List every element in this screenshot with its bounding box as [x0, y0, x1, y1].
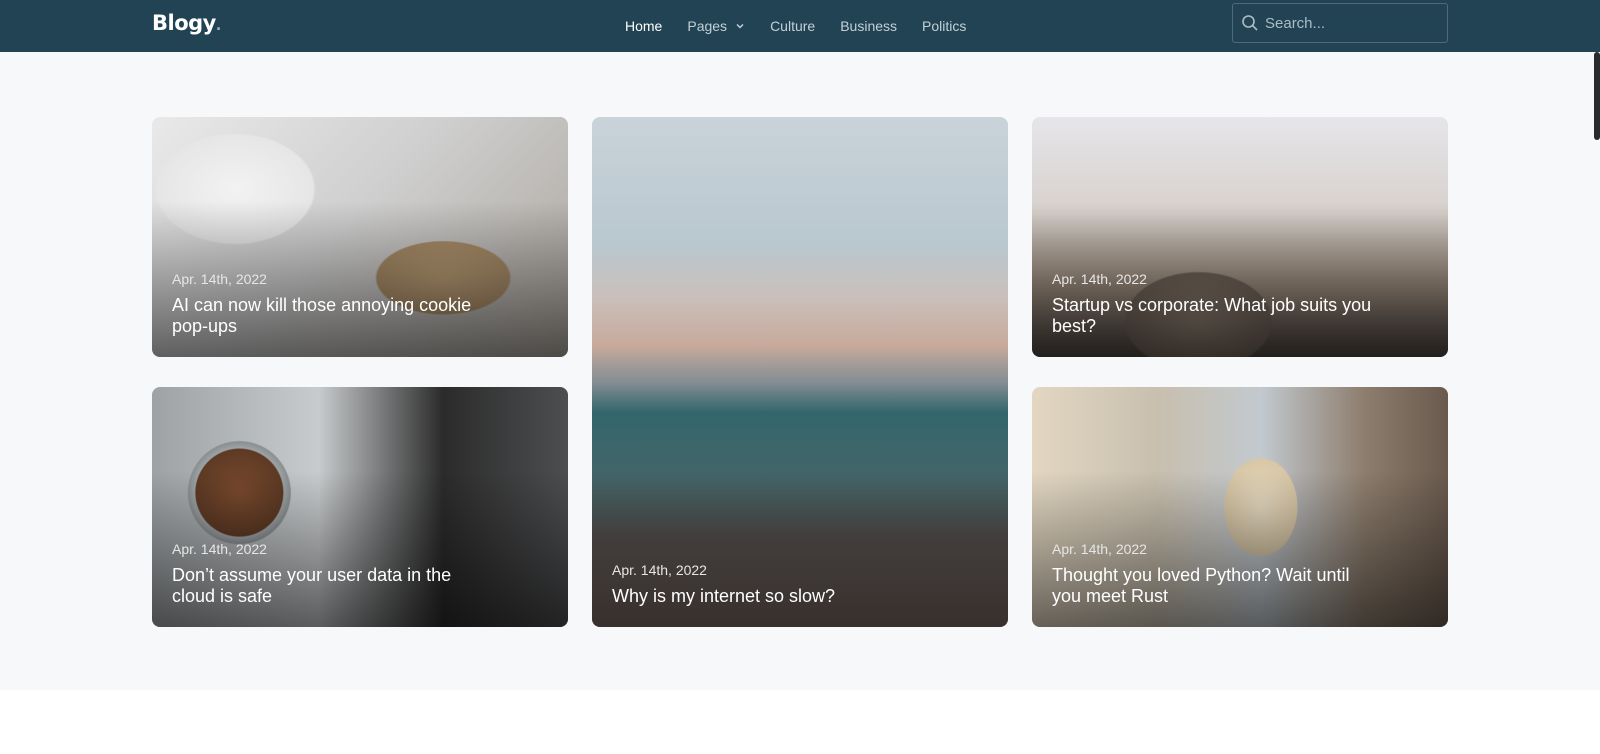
logo-dot: . [215, 18, 221, 34]
nav-culture[interactable]: Culture [770, 18, 815, 34]
post-card-1[interactable]: Apr. 14th, 2022 AI can now kill those an… [152, 117, 568, 357]
post-title[interactable]: Don’t assume your user data in the cloud… [172, 565, 492, 607]
post-card-5[interactable]: Apr. 14th, 2022 Thought you loved Python… [1032, 387, 1448, 627]
nav-politics[interactable]: Politics [922, 18, 966, 34]
card-meta: Apr. 14th, 2022 AI can now kill those an… [172, 271, 548, 337]
nav-business[interactable]: Business [840, 18, 897, 34]
site-logo[interactable]: Blogy. [152, 11, 221, 35]
post-date: Apr. 14th, 2022 [1052, 541, 1147, 557]
main-nav: Home Pages Culture Business Politics [625, 0, 991, 52]
search-input[interactable] [1265, 14, 1435, 32]
card-meta: Apr. 14th, 2022 Why is my internet so sl… [612, 562, 988, 607]
card-overlay [592, 117, 1008, 627]
nav-home[interactable]: Home [625, 18, 662, 34]
post-title[interactable]: Why is my internet so slow? [612, 586, 932, 607]
card-meta: Apr. 14th, 2022 Startup vs corporate: Wh… [1052, 271, 1428, 337]
scrollbar-thumb[interactable] [1594, 52, 1600, 140]
nav-pages[interactable]: Pages [687, 18, 745, 34]
chevron-down-icon [736, 23, 744, 29]
search-box[interactable] [1232, 3, 1448, 43]
card-meta: Apr. 14th, 2022 Thought you loved Python… [1052, 541, 1428, 607]
search-icon [1242, 15, 1258, 31]
post-date: Apr. 14th, 2022 [172, 541, 267, 557]
post-card-4[interactable]: Apr. 14th, 2022 Don’t assume your user d… [152, 387, 568, 627]
post-title[interactable]: Thought you loved Python? Wait until you… [1052, 565, 1372, 607]
post-date: Apr. 14th, 2022 [172, 271, 267, 287]
post-date: Apr. 14th, 2022 [1052, 271, 1147, 287]
post-date: Apr. 14th, 2022 [612, 562, 707, 578]
post-title[interactable]: Startup vs corporate: What job suits you… [1052, 295, 1372, 337]
nav-pages-label: Pages [687, 18, 728, 34]
post-card-3[interactable]: Apr. 14th, 2022 Startup vs corporate: Wh… [1032, 117, 1448, 357]
post-card-2[interactable]: Apr. 14th, 2022 Why is my internet so sl… [592, 117, 1008, 627]
featured-posts-section: Apr. 14th, 2022 AI can now kill those an… [0, 52, 1600, 690]
post-title[interactable]: AI can now kill those annoying cookie po… [172, 295, 492, 337]
logo-text: Blogy [152, 11, 216, 35]
site-header: Blogy. Home Pages Culture Business Polit… [0, 0, 1600, 52]
card-meta: Apr. 14th, 2022 Don’t assume your user d… [172, 541, 548, 607]
